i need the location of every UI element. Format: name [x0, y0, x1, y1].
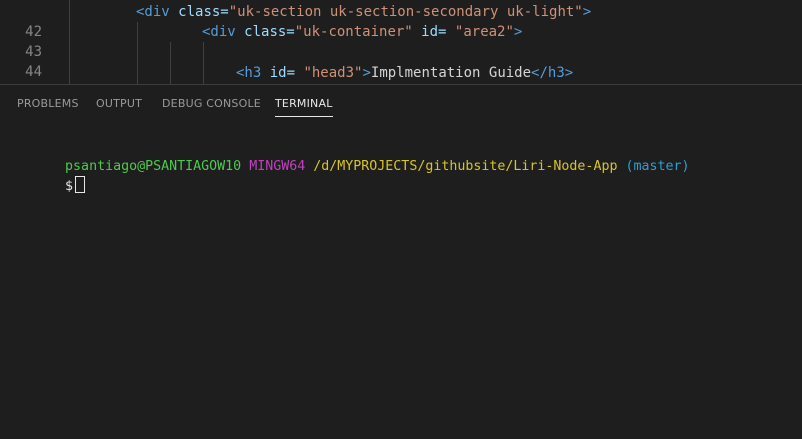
terminal-prompt-info: psantiago@PSANTIAGOW10 MINGW64 /d/MYPROJ…: [17, 140, 690, 194]
tab-debug-console[interactable]: DEBUG CONSOLE: [162, 97, 261, 116]
attribute-value: "area2": [454, 24, 514, 40]
tag-open: <h3: [236, 65, 270, 81]
tab-terminal[interactable]: TERMINAL: [275, 97, 333, 117]
terminal-input-line[interactable]: $: [17, 158, 86, 214]
attribute-name: id=: [412, 24, 455, 40]
bottom-panel: PROBLEMS OUTPUT DEBUG CONSOLE TERMINAL p…: [0, 84, 802, 439]
tab-output[interactable]: OUTPUT: [96, 97, 142, 116]
code-line[interactable]: 42 <div class="uk-section uk-section-sec…: [0, 2, 802, 40]
attribute-name: class=: [244, 24, 295, 40]
tag-close: >: [582, 4, 592, 20]
code-line[interactable]: 43 <div class="uk-container" id= "area2"…: [0, 22, 802, 60]
terminal-path: /d/MYPROJECTS/githubsite/Liri-Node-App: [313, 159, 618, 174]
attribute-value: "uk-section uk-section-secondary uk-ligh…: [228, 4, 583, 20]
terminal-branch: (master): [625, 159, 690, 174]
panel-tabs: PROBLEMS OUTPUT DEBUG CONSOLE TERMINAL: [0, 85, 802, 123]
tab-problems[interactable]: PROBLEMS: [17, 97, 79, 116]
terminal-prompt-symbol: $: [65, 179, 74, 194]
code-line[interactable]: 45 <h3 id= "head3">Implmentation Guide</…: [0, 63, 802, 83]
tag-open: <div: [136, 4, 179, 20]
tag-close: >: [513, 24, 523, 40]
attribute-name: class=: [178, 4, 229, 20]
terminal-user-host: psantiago@PSANTIAGOW10: [65, 159, 242, 174]
code-editor[interactable]: 42 <div class="uk-section uk-section-sec…: [0, 0, 802, 84]
attribute-value: "uk-container": [294, 24, 413, 40]
element-text: Implmentation Guide: [370, 65, 532, 81]
tag-end: </h3>: [531, 65, 574, 81]
attribute-value: "head3": [303, 65, 363, 81]
tag-open: <div: [202, 24, 245, 40]
terminal-cursor: [75, 176, 86, 193]
attribute-name: id=: [269, 65, 304, 81]
terminal-system: MINGW64: [249, 159, 306, 174]
tag-close: >: [362, 65, 371, 81]
code-line[interactable]: 44: [0, 42, 802, 80]
